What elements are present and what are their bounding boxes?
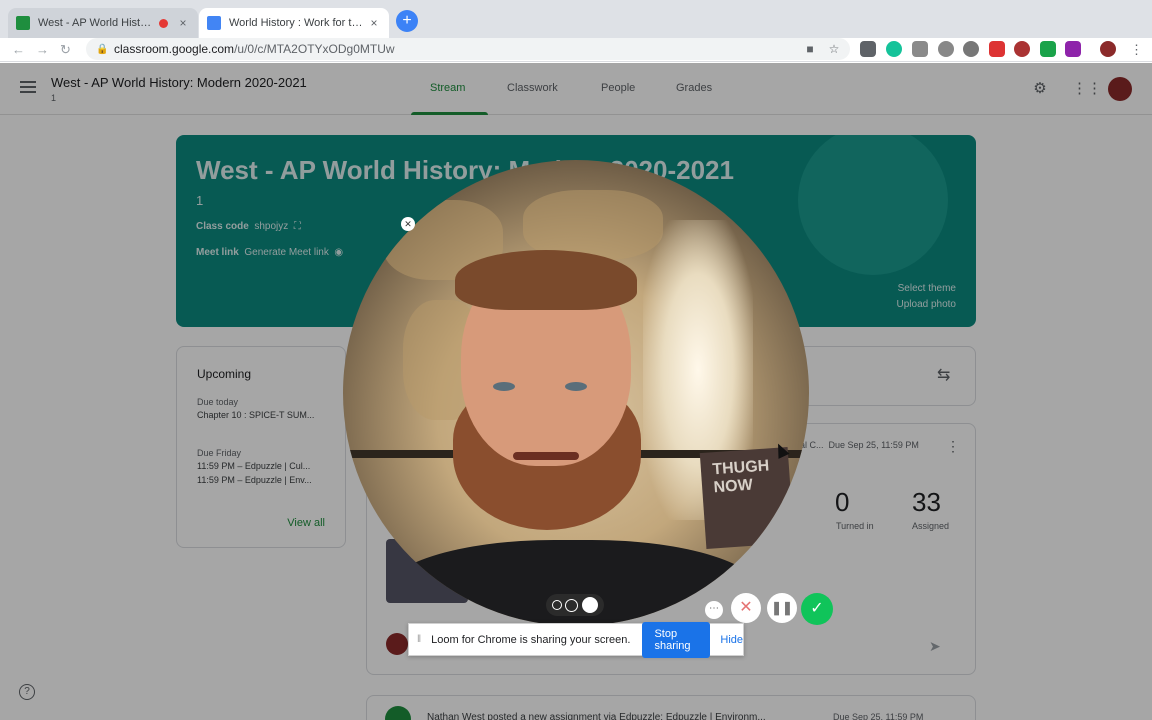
loom-pause-icon[interactable]: ❚❚ [767,593,797,623]
bookmark-star-icon[interactable]: ☆ [826,42,842,56]
extension-badge-icon[interactable] [989,41,1005,57]
loom-camera-bubble[interactable]: THUGH NOW [343,160,809,626]
loom-more-icon[interactable]: ⋯ [705,601,723,619]
stop-sharing-button[interactable]: Stop sharing [642,621,711,658]
screen-share-notification: ‖ Loom for Chrome is sharing your screen… [408,621,744,658]
browser-toolbar: ← → ↻ 🔒 classroom.google.com/u/0/c/MTA2O… [0,38,1152,62]
drag-grip-icon[interactable]: ‖ [417,634,421,645]
person-eye [493,382,515,391]
url-path: /u/0/c/MTA2OTYxODg0MTUw [234,42,395,56]
loom-cancel-icon[interactable]: ✕ [731,593,761,623]
recording-indicator-icon [159,18,168,28]
bubble-close-icon[interactable]: ✕ [401,217,415,231]
browser-tab-bar: West - AP World History: M × World Histo… [0,0,1152,38]
size-medium-icon[interactable] [565,598,579,612]
book-cover-text: THUGH NOW [711,457,770,497]
chrome-menu-icon[interactable]: ⋮ [1130,42,1143,58]
url-host: classroom.google.com [114,42,235,56]
extension-circle-icon[interactable] [963,41,979,57]
person-hair [455,250,637,310]
extension-icon[interactable] [860,41,876,57]
loom-extension-icon[interactable] [1014,41,1030,57]
tab-close-icon[interactable]: × [367,16,381,30]
tab-close-icon[interactable]: × [176,16,190,30]
reload-icon[interactable]: ↻ [60,42,71,58]
extension-hex-icon[interactable] [938,41,954,57]
extension-purple-icon[interactable] [1065,41,1081,57]
hide-button[interactable]: Hide [720,634,743,646]
tab-title: World History : Work for the W [229,17,367,29]
profile-avatar-icon[interactable] [1100,41,1116,57]
tab-title: West - AP World History: M [38,17,155,29]
loom-finish-check-icon[interactable]: ✓ [801,593,833,625]
new-tab-button[interactable]: + [396,10,418,32]
camera-icon[interactable]: ■ [802,42,818,56]
person-eye [565,382,587,391]
extension-d-icon[interactable] [912,41,928,57]
size-small-icon[interactable] [551,600,562,610]
docs-favicon-icon [207,16,221,30]
bubble-size-toggle[interactable] [546,594,604,616]
share-message: Loom for Chrome is sharing your screen. [431,633,631,646]
address-bar[interactable]: 🔒 classroom.google.com/u/0/c/MTA2OTYxODg… [86,38,850,60]
url-text[interactable]: classroom.google.com/u/0/c/MTA2OTYxODg0M… [114,42,802,56]
tab-classroom[interactable]: West - AP World History: M × [8,8,198,38]
person-mouth [513,452,579,460]
size-large-icon[interactable] [582,597,599,613]
forward-arrow-icon[interactable]: → [36,42,49,57]
extension-green-icon[interactable] [1040,41,1056,57]
tab-world-history-doc[interactable]: World History : Work for the W × [199,8,389,38]
lock-icon: 🔒 [96,44,109,55]
classroom-favicon-icon [16,16,30,30]
grammarly-icon[interactable] [886,41,902,57]
back-arrow-icon[interactable]: ← [12,42,25,57]
